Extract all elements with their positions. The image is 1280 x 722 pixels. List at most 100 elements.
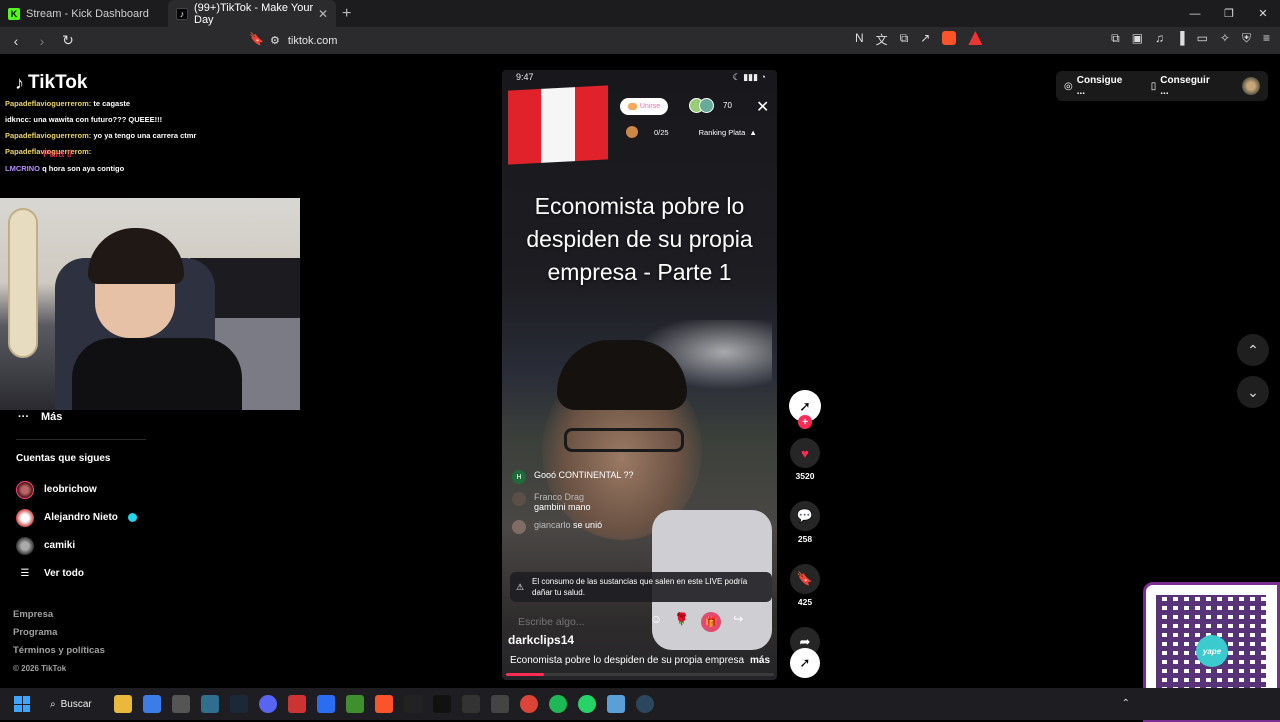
streamer-hair [88,228,184,284]
footer-link-terminos[interactable]: Términos y políticas [13,642,105,660]
whatsapp-icon[interactable] [577,695,596,713]
close-window-icon[interactable]: ✕ [1246,0,1280,27]
leo-icon[interactable]: ✧ [1220,31,1230,46]
chrome-icon[interactable] [519,695,538,713]
like-button[interactable]: ♥ [790,438,820,468]
comment: H Gooó CONTINENTAL ?? [512,470,712,484]
more-link[interactable]: más [750,655,770,666]
profile-avatar[interactable] [1242,77,1260,95]
chat-user: LMCRINO [5,163,40,173]
open-icon[interactable]: ⧉ [900,31,909,48]
tiktok-logo[interactable]: ♪ TikTok [15,72,87,94]
video-description: Economista pobre lo despiden de su propi… [510,655,770,666]
follow-plus-icon[interactable]: + [798,415,812,429]
ver-todo-link[interactable]: ☰ Ver todo [16,560,216,587]
following-item[interactable]: leobrichow [16,476,216,503]
chat-message: Papadeflavioguerrerom: te cagaste [5,99,205,109]
get-app-button[interactable]: ▯ Conseguir ... [1151,75,1220,97]
footer-link-empresa[interactable]: Empresa [13,606,105,624]
tiktok-app-icon[interactable] [432,695,451,713]
notepad-icon[interactable] [606,695,625,713]
app-icon[interactable] [200,695,219,713]
tab-kick-dashboard[interactable]: K Stream - Kick Dashboard [0,0,168,27]
chevron-down-icon: ⌄ [1247,383,1259,400]
minecraft-icon[interactable] [345,695,364,713]
live-warning: ⚠ El consumo de las sustancias que salen… [510,572,772,602]
no-tracking-icon[interactable]: N [855,31,864,48]
app-icon[interactable] [316,695,335,713]
streamer-shirt [72,338,242,410]
close-tab-icon[interactable]: ✕ [318,7,328,21]
back-icon[interactable]: ‹ [6,33,26,49]
sidebar-item-mas[interactable]: ··· Más [18,411,62,423]
brave-icon[interactable] [374,695,393,713]
tray-chevron-icon[interactable]: ⌃ [1122,698,1130,709]
restore-icon[interactable]: ❐ [1212,0,1246,27]
video-author[interactable]: darkclips14 [508,633,574,647]
brave-rewards-icon[interactable] [968,31,983,45]
get-coins-button[interactable]: ◎ Consigue ... [1064,75,1133,97]
chevron-up-icon: ⌃ [1247,341,1259,358]
chat-text: yo ya tengo una carrera ctmr [93,131,197,141]
tab-tiktok[interactable]: ♪ (99+)TikTok - Make Your Day ✕ [168,0,336,27]
rose-gift-icon[interactable]: 🌹 [674,612,689,632]
screenshot-icon[interactable]: ▣ [1132,31,1143,46]
comment-input[interactable] [510,616,640,628]
copyright: © 2026 TikTok [13,664,67,673]
forward-icon[interactable]: › [32,33,52,49]
calculator-icon[interactable] [490,695,509,713]
footer-link-programa[interactable]: Programa [13,624,105,642]
store-icon[interactable] [142,695,161,713]
save-button[interactable]: 🔖 [790,564,820,594]
unirse-button[interactable]: Unirse [620,98,668,115]
avatar [512,492,526,506]
extensions-icon[interactable]: ⧉ [1111,31,1120,46]
xbox-icon[interactable] [171,695,190,713]
video-progress-bar[interactable] [506,673,774,676]
sound-avatar[interactable]: ➚ [790,648,820,678]
brave-shields-icon[interactable] [942,31,957,45]
bookmark-icon[interactable]: 🔖 [249,32,264,46]
steam-icon[interactable] [635,695,654,713]
divider [16,439,146,440]
taskbar-search[interactable]: ⌕ Buscar [50,699,92,710]
live-comments: H Gooó CONTINENTAL ?? Franco Drag gambini… [512,470,712,542]
sidebar-item-para-ti[interactable]: Para ti [43,149,72,160]
share-live-icon[interactable]: ↪ [733,612,743,632]
menu-icon[interactable]: ≡ [1263,31,1270,46]
following-item[interactable]: Alejandro Nieto [16,504,216,531]
start-icon[interactable] [14,696,30,712]
sidebar-icon[interactable]: ▐ [1176,31,1185,46]
discord-icon[interactable] [258,695,277,713]
following-item[interactable]: camiki [16,532,216,559]
gift-icon[interactable]: 🎁 [701,612,722,632]
creator-avatar[interactable]: ➚ + [789,390,821,429]
video-player[interactable]: 9:47 ☾ ▮▮▮ ◔ Unirse 70 ✕ 0/25 Ranking Pl… [502,70,777,680]
previous-video-button[interactable]: ⌃ [1237,334,1269,366]
viewer-count[interactable]: 70 [689,98,732,113]
header-actions: ◎ Consigue ... ▯ Conseguir ... [1056,71,1268,101]
new-tab-icon[interactable]: + [342,5,351,23]
reload-icon[interactable]: ↻ [58,32,78,49]
ranking-badge[interactable]: Ranking Plata ▲ [699,128,757,137]
vpn-icon[interactable]: ⛨ [1242,31,1251,46]
spotify-icon[interactable] [548,695,567,713]
warning-icon: ⚠ [516,582,525,592]
next-video-button[interactable]: ⌄ [1237,376,1269,408]
translate-icon[interactable]: 文 [876,31,888,48]
share-icon[interactable]: ↗ [920,31,930,48]
app-icon[interactable] [287,695,306,713]
avatar [699,98,714,113]
wallet-icon[interactable]: ▭ [1197,31,1208,46]
site-info-icon[interactable]: ⚙ [270,34,280,47]
emoji-icon[interactable]: ☺ [650,612,662,632]
file-explorer-icon[interactable] [113,695,132,713]
capcut-icon[interactable] [461,695,480,713]
comment-button[interactable]: 💬 [790,501,820,531]
minimize-icon[interactable]: — [1178,0,1212,27]
close-live-icon[interactable]: ✕ [756,97,769,117]
media-icon[interactable]: ♫ [1155,31,1164,46]
steam-icon[interactable] [229,695,248,713]
stream-chat-overlay: Papadeflavioguerrerom: te cagaste idkncc… [5,99,205,180]
epic-games-icon[interactable] [403,695,422,713]
